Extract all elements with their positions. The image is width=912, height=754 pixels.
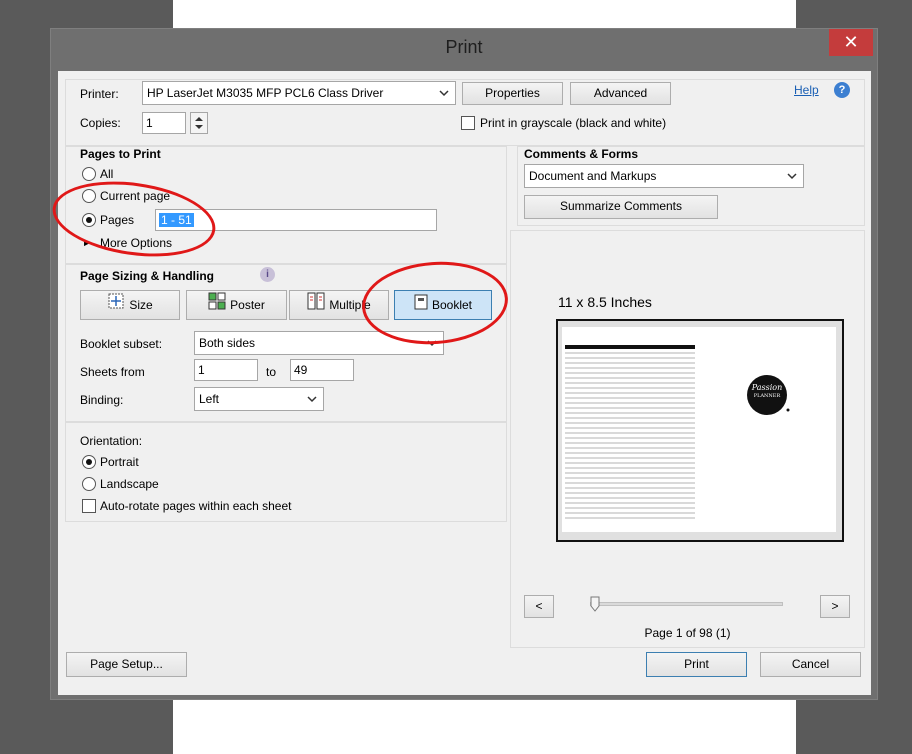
help-icon[interactable]: ? [834, 82, 850, 98]
copies-input[interactable]: 1 [142, 112, 186, 134]
sheets-from-label: Sheets from [80, 365, 145, 379]
orientation-heading: Orientation: [80, 434, 143, 448]
prev-page-button[interactable]: < [524, 595, 554, 618]
preview-sheet: Passion PLANNER [556, 319, 844, 542]
grayscale-label: Print in grayscale (black and white) [480, 116, 667, 130]
page-slider-thumb[interactable] [590, 596, 600, 612]
all-label: All [100, 167, 114, 181]
print-button[interactable]: Print [646, 652, 747, 677]
page-setup-button[interactable]: Page Setup... [66, 652, 187, 677]
title-bar: Print ✕ [51, 29, 877, 71]
next-page-button[interactable]: > [820, 595, 850, 618]
landscape-label: Landscape [100, 477, 159, 491]
size-button[interactable]: Size [80, 290, 180, 320]
copies-stepper[interactable] [190, 112, 208, 134]
chevron-down-icon [781, 165, 803, 187]
preview-page-image: Passion PLANNER [562, 327, 836, 532]
print-dialog: Print ✕ Printer: HP LaserJet M3035 MFP P… [50, 28, 878, 700]
comments-forms-heading: Comments & Forms [524, 147, 639, 161]
size-label: Size [129, 298, 153, 312]
pages-to-print-heading: Pages to Print [80, 147, 161, 161]
preview-page-content [565, 345, 790, 519]
binding-value: Left [199, 392, 220, 406]
sheets-to-label: to [266, 365, 277, 379]
close-button[interactable]: ✕ [829, 29, 873, 56]
autorotate-checkbox[interactable] [82, 499, 96, 513]
comments-select-value: Document and Markups [529, 169, 657, 183]
booklet-subset-label: Booklet subset: [80, 337, 163, 351]
page-status: Page 1 of 98 (1) [644, 626, 731, 640]
all-radio[interactable] [82, 167, 96, 181]
summarize-comments-button[interactable]: Summarize Comments [524, 195, 718, 219]
dialog-client-area: Printer: HP LaserJet M3035 MFP PCL6 Clas… [58, 71, 871, 695]
grayscale-checkbox[interactable] [461, 116, 475, 130]
chevron-down-icon [433, 82, 455, 104]
binding-label: Binding: [80, 393, 124, 407]
page-slider-track[interactable] [590, 602, 783, 606]
poster-icon [208, 292, 226, 320]
dialog-title: Print [445, 37, 483, 57]
multiple-icon [307, 292, 325, 320]
printer-select[interactable]: HP LaserJet M3035 MFP PCL6 Class Driver [142, 81, 456, 105]
booklet-subset-value: Both sides [199, 336, 256, 350]
comments-select[interactable]: Document and Markups [524, 164, 804, 188]
chevron-down-icon [301, 388, 323, 410]
logo-line-1: Passion [751, 383, 783, 392]
preview-size-label: 11 x 8.5 Inches [558, 294, 652, 310]
cancel-button[interactable]: Cancel [760, 652, 861, 677]
sheets-from-input[interactable]: 1 [194, 359, 258, 381]
poster-label: Poster [230, 298, 265, 312]
properties-button[interactable]: Properties [462, 82, 563, 105]
binding-select[interactable]: Left [194, 387, 324, 411]
help-link[interactable]: Help [794, 83, 819, 97]
passion-planner-logo: Passion PLANNER [747, 383, 787, 401]
info-icon[interactable]: i [260, 267, 275, 282]
copies-label: Copies: [80, 116, 121, 130]
page-sizing-heading: Page Sizing & Handling [80, 269, 215, 283]
printer-select-value: HP LaserJet M3035 MFP PCL6 Class Driver [147, 86, 384, 100]
logo-line-2: PLANNER [753, 393, 781, 399]
landscape-radio[interactable] [82, 477, 96, 491]
printer-label: Printer: [80, 87, 119, 101]
autorotate-label: Auto-rotate pages within each sheet [100, 499, 292, 513]
advanced-button[interactable]: Advanced [570, 82, 671, 105]
size-icon [107, 292, 125, 320]
sheets-to-input[interactable]: 49 [290, 359, 354, 381]
portrait-label: Portrait [100, 455, 139, 469]
portrait-radio[interactable] [82, 455, 96, 469]
poster-button[interactable]: Poster [186, 290, 287, 320]
